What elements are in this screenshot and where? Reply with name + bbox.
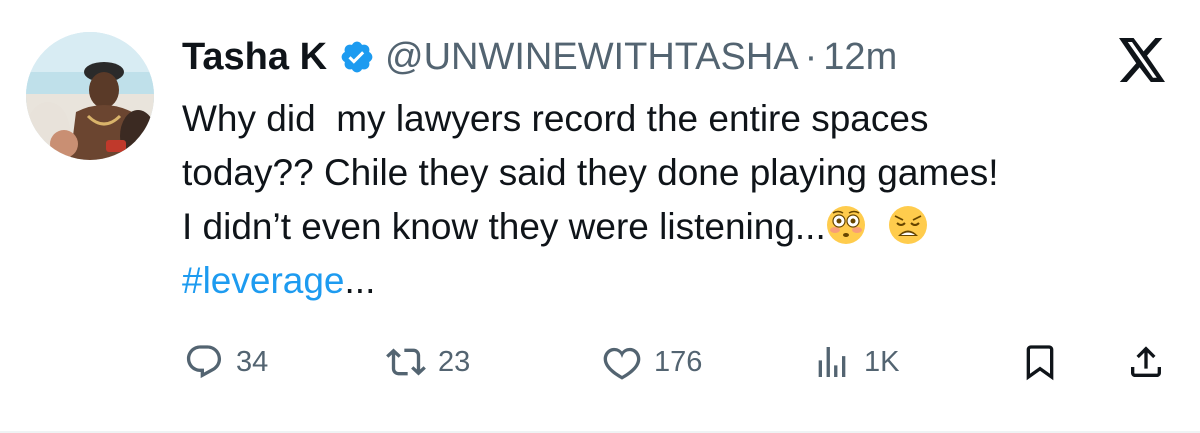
separator-dot: ·: [804, 35, 818, 78]
reply-button[interactable]: 34: [184, 334, 268, 390]
retweet-count: 23: [438, 345, 471, 378]
tweet-header: Tasha K @UNWINEWITHTASHA · 12m: [182, 32, 897, 82]
views-button[interactable]: 1K: [812, 334, 899, 390]
weary-face-emoji-icon: [888, 206, 927, 244]
truncation-ellipsis: ...: [344, 260, 376, 301]
retweet-icon: [386, 348, 426, 376]
bookmark-button[interactable]: [1020, 334, 1072, 390]
tweet-line: I didn’t even know they were listening..…: [182, 200, 1182, 254]
views-icon: [818, 347, 846, 377]
views-count: 1K: [864, 345, 900, 378]
avatar-photo: [26, 32, 154, 160]
timestamp[interactable]: 12m: [823, 36, 897, 79]
tweet-line: today?? Chile they said they done playin…: [182, 152, 999, 193]
verified-badge-icon: [341, 41, 373, 73]
bookmark-icon: [1026, 345, 1054, 381]
reply-icon: [186, 345, 222, 379]
like-button[interactable]: 176: [602, 334, 702, 390]
x-logo-icon[interactable]: [1118, 38, 1168, 82]
share-icon: [1131, 346, 1161, 377]
tweet-line: #leverage...: [182, 254, 1182, 308]
user-handle[interactable]: @UNWINEWITHTASHA: [385, 36, 799, 79]
tweet-line-text: I didn’t even know they were listening..…: [182, 206, 826, 247]
like-count: 176: [654, 345, 703, 378]
reply-count: 34: [236, 345, 269, 378]
flushed-face-emoji-icon: [826, 206, 865, 244]
hashtag-link[interactable]: #leverage: [182, 260, 345, 301]
heart-icon: [603, 347, 641, 380]
display-name[interactable]: Tasha K: [182, 36, 327, 79]
tweet-line: Why did my lawyers record the entire spa…: [182, 98, 929, 139]
tweet-actions: 34 23 176 1K: [0, 334, 1200, 390]
avatar[interactable]: [26, 32, 154, 160]
retweet-button[interactable]: 23: [386, 334, 470, 390]
tweet-text: Why did my lawyers record the entire spa…: [182, 92, 1182, 308]
share-button[interactable]: [1126, 334, 1178, 390]
